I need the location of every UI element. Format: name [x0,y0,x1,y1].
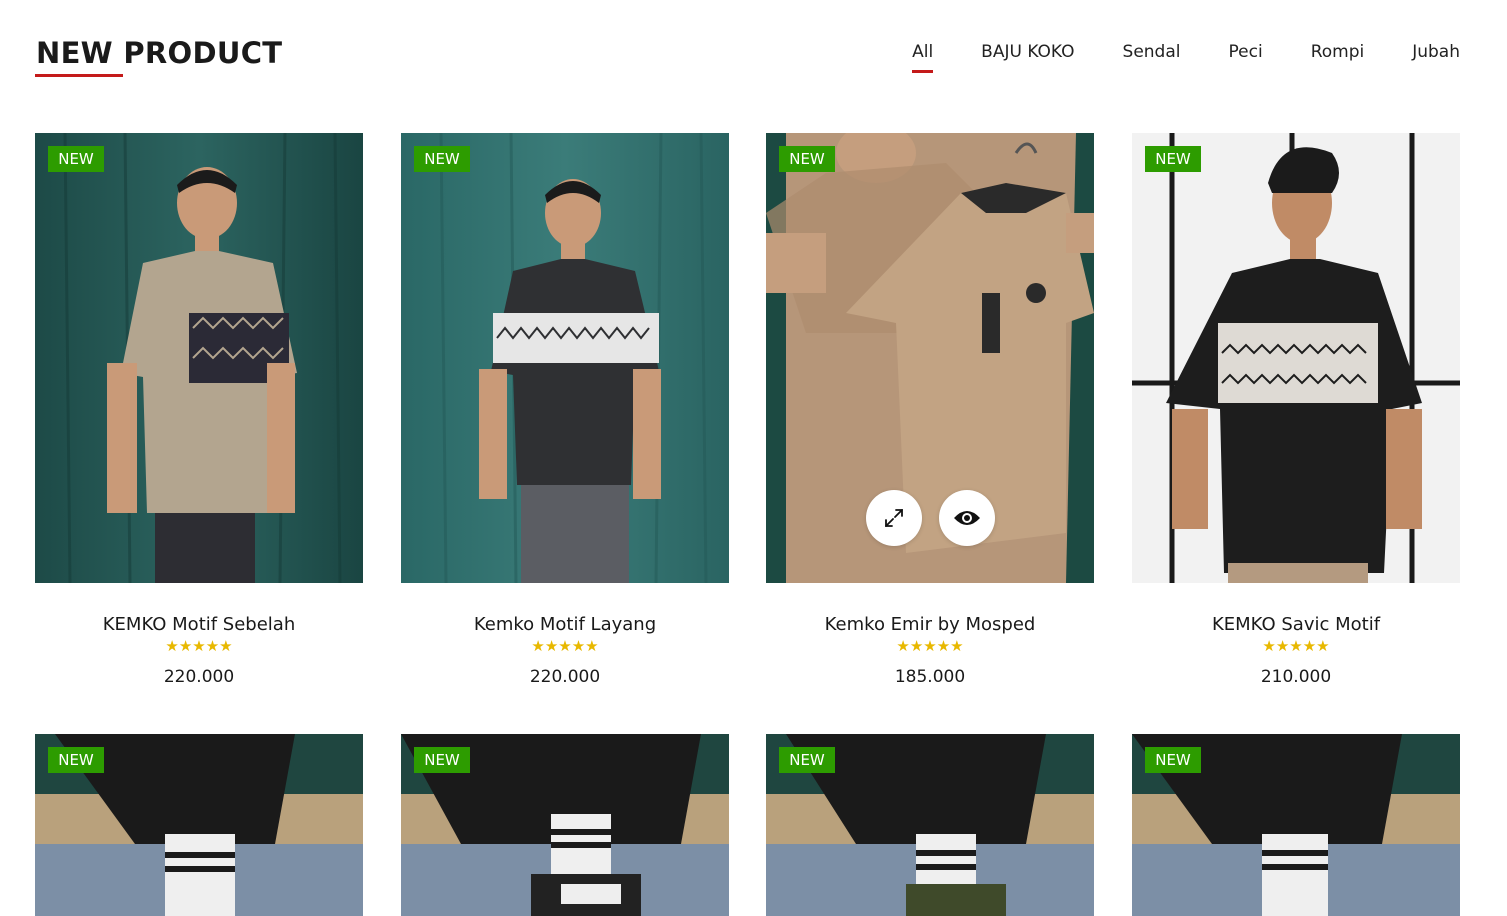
product-card[interactable]: NEW Kemko Emir by Mosped ★★★★★ 185.000 [766,133,1094,687]
new-badge: NEW [414,146,470,172]
new-badge: NEW [48,146,104,172]
tab-jubah[interactable]: Jubah [1412,42,1460,72]
product-image[interactable]: NEW [1132,133,1460,583]
new-badge: NEW [414,747,470,773]
product-card[interactable]: NEW [401,734,729,916]
product-card[interactable]: NEW Kemko Motif Layang ★★★★★ 220.000 [401,133,729,687]
product-photo [401,133,729,583]
section-title: NEW PRODUCT [36,36,283,70]
expand-icon [885,509,903,527]
product-photo [1132,133,1460,583]
product-price: 220.000 [163,667,235,687]
product-card[interactable]: NEW [35,734,363,916]
quick-view-button[interactable] [939,490,995,546]
eye-icon [954,511,980,525]
new-badge: NEW [48,747,104,773]
tab-sendal[interactable]: Sendal [1123,42,1181,72]
tab-all[interactable]: All [912,42,934,73]
rating-stars: ★★★★★ [531,638,599,655]
product-title[interactable]: KEMKO Motif Sebelah [35,614,363,635]
product-title[interactable]: Kemko Emir by Mosped [766,614,1094,635]
product-card[interactable]: NEW [1132,734,1460,916]
new-badge: NEW [1145,146,1201,172]
new-badge: NEW [1145,747,1201,773]
product-image[interactable]: NEW [766,734,1094,916]
product-image[interactable]: NEW [35,133,363,583]
product-title[interactable]: KEMKO Savic Motif [1132,614,1460,635]
tab-rompi[interactable]: Rompi [1311,42,1365,72]
product-image[interactable]: NEW [35,734,363,916]
section-header: NEW PRODUCT All BAJU KOKO Sendal Peci Ro… [0,0,1507,110]
rating-stars: ★★★★★ [165,638,233,655]
product-price: 210.000 [1260,667,1332,687]
product-title[interactable]: Kemko Motif Layang [401,614,729,635]
product-image[interactable]: NEW [766,133,1094,583]
product-image[interactable]: NEW [401,133,729,583]
tab-baju-koko[interactable]: BAJU KOKO [981,42,1074,72]
rating-stars: ★★★★★ [896,638,964,655]
product-image[interactable]: NEW [1132,734,1460,916]
product-image[interactable]: NEW [401,734,729,916]
title-underline [35,74,123,77]
expand-button[interactable] [866,490,922,546]
product-price: 185.000 [894,667,966,687]
product-card[interactable]: NEW KEMKO Savic Motif ★★★★★ 210.000 [1132,133,1460,687]
new-badge: NEW [779,146,835,172]
product-price: 220.000 [529,667,601,687]
new-badge: NEW [779,747,835,773]
product-card[interactable]: NEW KEMKO Motif Sebelah ★★★★★ 220.000 [35,133,363,687]
rating-stars: ★★★★★ [1262,638,1330,655]
filter-tabs: All BAJU KOKO Sendal Peci Rompi Jubah [912,42,1460,73]
product-photo [35,133,363,583]
product-photo [766,133,1094,583]
tab-peci[interactable]: Peci [1229,42,1263,72]
product-card[interactable]: NEW [766,734,1094,916]
